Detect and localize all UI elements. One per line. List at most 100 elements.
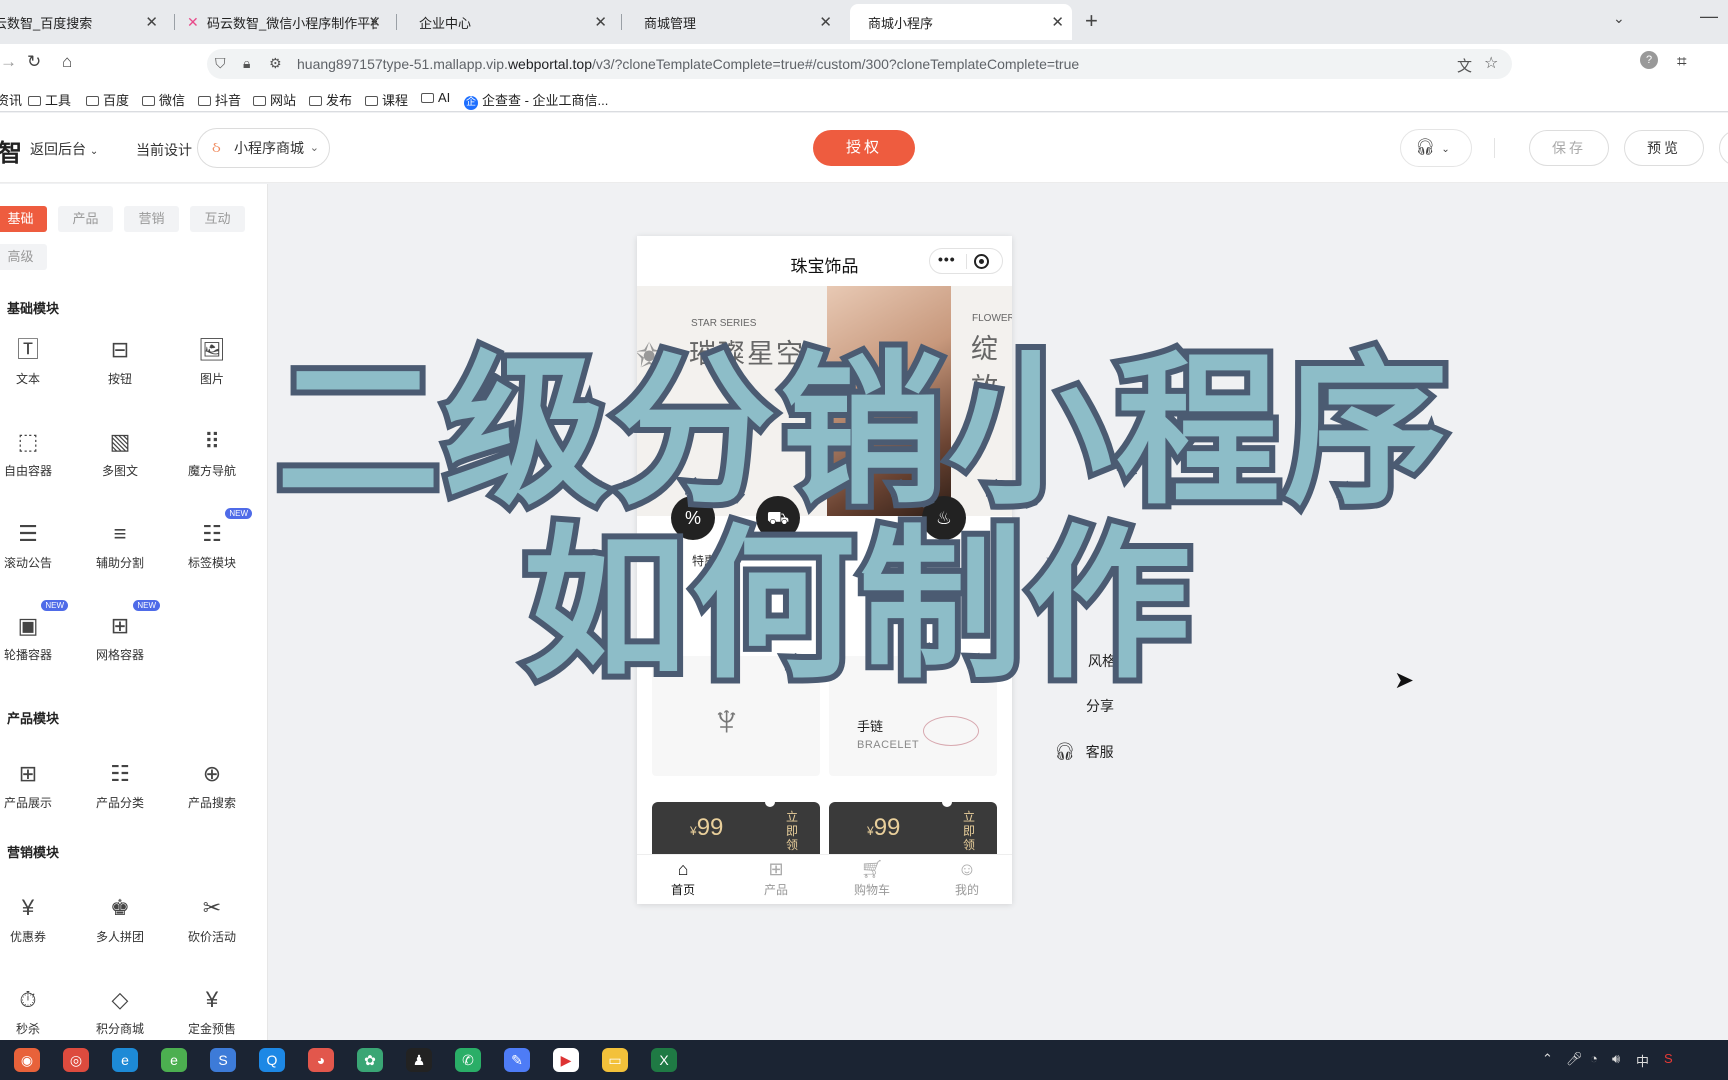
module-item[interactable]: 🖼 图片 <box>172 336 252 396</box>
customer-support-dropdown[interactable]: 🎧︎ ⌄ <box>1400 129 1472 167</box>
lock-icon[interactable]: 🔒︎ <box>243 55 250 72</box>
video-app-icon[interactable]: ▶ <box>553 1048 579 1072</box>
module-item[interactable]: ✂ 砍价活动 <box>172 894 252 954</box>
bookmark-item[interactable]: 抖音 <box>198 90 241 109</box>
tab-marketing[interactable]: 营销 <box>124 206 179 232</box>
ime-indicator[interactable]: 中 <box>1636 1051 1649 1070</box>
module-item[interactable]: ⬚ 自由容器 <box>0 428 68 488</box>
claim-coupon-label[interactable]: 立即领 <box>786 810 800 852</box>
bookmark-item[interactable]: 发布 <box>309 90 352 109</box>
profile-icon[interactable]: ? <box>1640 51 1658 69</box>
module-item[interactable]: ⊞ 网格容器 NEW <box>80 600 160 672</box>
excel-icon[interactable]: X <box>651 1048 677 1072</box>
close-icon[interactable]: ✕ <box>594 13 607 31</box>
module-item[interactable]: ♚ 多人拼团 <box>80 894 160 954</box>
colorful-browser-icon[interactable]: ◕ <box>308 1048 334 1072</box>
tabbar-cart[interactable]: 🛒︎ 购物车 <box>842 859 902 898</box>
module-item[interactable]: ☷ 标签模块 NEW <box>172 508 252 580</box>
back-to-admin-button[interactable]: 返回后台 ⌄ <box>30 139 98 159</box>
product-card[interactable] <box>829 656 997 776</box>
module-item[interactable]: ¥ 优惠券 <box>0 894 68 954</box>
extension-crop-icon[interactable]: ⌗ <box>1677 52 1687 72</box>
firefox-icon[interactable]: ◉ <box>14 1048 40 1072</box>
tab-interactive[interactable]: 互动 <box>190 206 245 232</box>
truck-icon[interactable]: ⛟ <box>756 496 800 540</box>
preview-button[interactable]: 预览 <box>1624 130 1704 166</box>
tab-basic[interactable]: 基础 <box>0 206 47 232</box>
minimize-icon[interactable]: — <box>1700 6 1718 27</box>
star-icon[interactable]: ☆ <box>1484 53 1498 73</box>
tabbar-mine[interactable]: ☺ 我的 <box>937 859 997 898</box>
reload-icon[interactable]: ↻ <box>27 52 41 72</box>
bookmark-item[interactable]: 课程 <box>365 90 408 109</box>
current-design-select[interactable]: ઠ 小程序商城 ⌄ <box>197 128 330 168</box>
url-text[interactable]: huang897157type-51.mallapp.vip.webportal… <box>297 56 1079 72</box>
tab-mall-miniprogram[interactable]: 商城小程序 ✕ <box>850 4 1072 40</box>
module-item[interactable]: ▧ 多图文 <box>80 428 160 488</box>
save-button[interactable]: 保存 <box>1529 130 1609 166</box>
edge-icon[interactable]: e <box>112 1048 138 1072</box>
nav-discount-icon[interactable]: % <box>671 496 715 540</box>
float-service-button[interactable]: 🎧︎ 客服 <box>1054 742 1114 762</box>
browser-360-icon[interactable]: e <box>161 1048 187 1072</box>
bookmark-item[interactable]: 网站 <box>253 90 296 109</box>
tab-search-chevron-icon[interactable]: ⌄ <box>1613 10 1625 27</box>
app-gear-icon[interactable]: ✿ <box>357 1048 383 1072</box>
qq-icon[interactable]: ♟ <box>406 1048 432 1072</box>
float-style-button[interactable]: 风格 <box>1088 651 1116 671</box>
module-item[interactable]: 🅃 文本 <box>0 336 68 396</box>
site-settings-icon[interactable]: ⚙ <box>269 55 282 72</box>
banner-carousel[interactable]: ✬ STAR SERIES 璀璨星空 FLOWER 绽放 <box>637 286 1012 516</box>
tab-enterprise-center[interactable]: 企业中心 ✕ <box>399 4 615 40</box>
sogou-browser-icon[interactable]: S <box>210 1048 236 1072</box>
bookmark-item[interactable]: 资讯 <box>0 90 22 109</box>
coupon-card[interactable]: ¥99 立即领 <box>652 802 820 854</box>
module-item[interactable]: ⏱ 秒杀 <box>0 986 68 1040</box>
close-icon[interactable]: ✕ <box>145 13 158 31</box>
forward-icon[interactable]: → <box>0 52 17 72</box>
module-item[interactable]: ⠿ 魔方导航 <box>172 428 252 488</box>
chrome-icon[interactable]: ◎ <box>63 1048 89 1072</box>
coupon-card[interactable]: ¥99 立即领 <box>829 802 997 854</box>
module-item[interactable]: ☷ 产品分类 <box>80 760 160 820</box>
bookmark-item[interactable]: AI <box>421 90 450 105</box>
tab-advanced[interactable]: 高级 <box>0 244 47 270</box>
notes-app-icon[interactable]: ✎ <box>504 1048 530 1072</box>
qq-browser-icon[interactable]: Q <box>259 1048 285 1072</box>
tray-expand-icon[interactable]: ⌃ <box>1542 1051 1553 1067</box>
flame-icon[interactable]: ♨ <box>922 496 966 540</box>
module-item[interactable]: ⊟ 按钮 <box>80 336 160 396</box>
tab-mayun-platform[interactable]: ✕ 码云数智_微信小程序制作平台 ✕ <box>177 4 389 40</box>
module-item[interactable]: ¥ 定金预售 <box>172 986 252 1040</box>
tab-baidu-search[interactable]: 云数智_百度搜索 ✕ <box>0 4 166 40</box>
wechat-icon[interactable]: ✆ <box>455 1048 481 1072</box>
shield-icon[interactable]: ⛉ <box>215 55 226 72</box>
authorize-button[interactable]: 授权 <box>813 130 915 166</box>
translate-icon[interactable]: 文 <box>1457 55 1472 76</box>
close-icon[interactable]: ✕ <box>1051 13 1064 31</box>
module-item[interactable]: ⊕ 产品搜索 <box>172 760 252 820</box>
close-icon[interactable]: ✕ <box>368 13 381 31</box>
float-share-button[interactable]: 分享 <box>1086 696 1114 716</box>
microphone-icon[interactable]: 🎤︎ <box>1566 1051 1583 1067</box>
file-explorer-icon[interactable]: ▭ <box>602 1048 628 1072</box>
close-icon[interactable]: ✕ <box>819 13 832 31</box>
module-item[interactable]: ≡ 辅助分割 <box>80 520 160 580</box>
bookmark-item[interactable]: 百度 <box>86 90 129 109</box>
sogou-ime-icon[interactable]: S <box>1664 1051 1673 1066</box>
tabbar-home[interactable]: ⌂ 首页 <box>653 859 713 898</box>
address-bar[interactable]: ⛉ 🔒︎ ⚙ huang897157type-51.mallapp.vip.we… <box>207 49 1512 79</box>
module-item[interactable]: ◇ 积分商城 <box>80 986 160 1040</box>
product-card[interactable]: ♆ <box>652 656 820 776</box>
tab-product[interactable]: 产品 <box>58 206 113 232</box>
volume-icon[interactable]: 🔊︎ <box>1612 1051 1620 1067</box>
publish-button-edge[interactable] <box>1719 130 1728 166</box>
tab-mall-manage[interactable]: 商城管理 ✕ <box>624 4 840 40</box>
new-tab-icon[interactable]: + <box>1085 8 1098 34</box>
tabbar-product[interactable]: ⊞ 产品 <box>746 859 806 898</box>
module-item[interactable]: ☰ 滚动公告 <box>0 520 68 580</box>
module-item[interactable]: ▣ 轮播容器 NEW <box>0 600 68 672</box>
bookmark-item[interactable]: 工具 <box>28 90 71 109</box>
home-icon[interactable]: ⌂ <box>62 52 72 72</box>
bookmark-item[interactable]: 微信 <box>142 90 185 109</box>
